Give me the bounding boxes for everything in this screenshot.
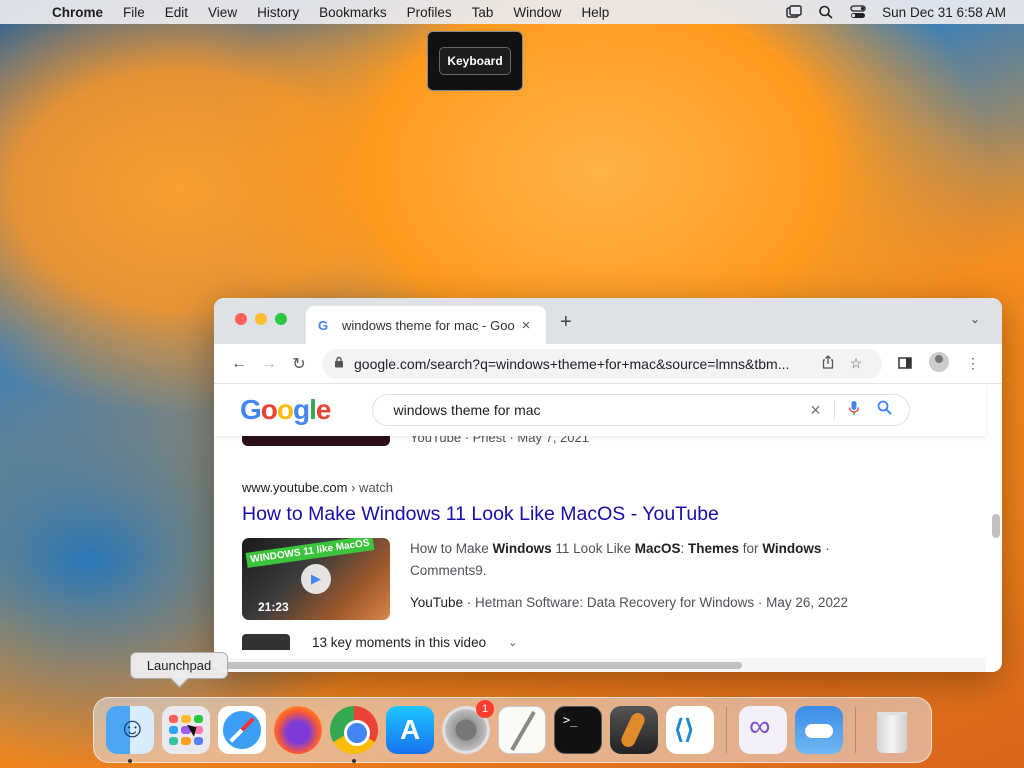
status-area: Sun Dec 31 6:58 AM — [786, 5, 1024, 20]
chrome-running-dot — [352, 759, 356, 763]
play-icon[interactable]: ▶ — [301, 564, 331, 594]
trash-icon[interactable] — [868, 706, 916, 754]
search-divider — [834, 400, 836, 420]
keyboard-osd: Keyboard — [427, 31, 523, 91]
avatar — [929, 352, 949, 372]
search-results-page: Google windows theme for mac × 15:17 You… — [214, 384, 1002, 672]
google-search-box[interactable]: windows theme for mac × — [372, 394, 911, 426]
result-body: WINDOWS 11 like MacOS ▶ 21:23 How to Mak… — [242, 538, 850, 620]
visual-studio-icon[interactable] — [739, 706, 787, 754]
side-panel-icon[interactable] — [890, 356, 920, 372]
address-url[interactable]: google.com/search?q=windows+theme+for+ma… — [354, 356, 814, 372]
finder-running-dot — [128, 759, 132, 763]
menu-bar: Chrome File Edit View History Bookmarks … — [0, 0, 1024, 24]
voice-search-mic-icon[interactable] — [839, 400, 869, 421]
menu-clock[interactable]: Sun Dec 31 6:58 AM — [882, 5, 1006, 20]
tab-strip: G windows theme for mac - Goo × + ⌄ — [214, 298, 1002, 344]
browser-toolbar: ← → ↻ google.com/search?q=windows+theme+… — [214, 344, 1002, 384]
terminal-icon[interactable] — [554, 706, 602, 754]
result-title-link[interactable]: How to Make Windows 11 Look Like MacOS -… — [242, 503, 850, 526]
menu-profiles[interactable]: Profiles — [397, 5, 462, 20]
lock-icon[interactable] — [334, 356, 346, 371]
source-site: YouTube — [410, 595, 464, 610]
reload-icon[interactable]: ↻ — [284, 354, 314, 374]
app-store-icon[interactable] — [386, 706, 434, 754]
horizontal-scrollbar-thumb[interactable] — [216, 662, 742, 669]
thumbnail-badge: WINDOWS 11 like MacOS — [245, 538, 375, 568]
google-favicon-icon: G — [318, 318, 329, 333]
chevron-down-icon[interactable]: ⌄ — [508, 636, 517, 649]
bookmark-star-icon[interactable]: ☆ — [842, 355, 870, 372]
dock: 1 — [93, 697, 932, 763]
chrome-icon[interactable] — [330, 706, 378, 763]
menu-window[interactable]: Window — [503, 5, 571, 20]
result-snippet: How to Make Windows 11 Look Like MacOS: … — [410, 541, 830, 578]
menu-file[interactable]: File — [113, 5, 155, 20]
menu-edit[interactable]: Edit — [155, 5, 198, 20]
close-window-button[interactable] — [235, 313, 247, 325]
forward-arrow-icon[interactable]: → — [254, 355, 284, 373]
weather-icon[interactable] — [795, 706, 843, 754]
menu-bookmarks[interactable]: Bookmarks — [309, 5, 397, 20]
system-settings-icon[interactable]: 1 — [442, 700, 494, 754]
address-bar[interactable]: google.com/search?q=windows+theme+for+ma… — [322, 348, 882, 379]
menu-tab[interactable]: Tab — [462, 5, 504, 20]
share-icon[interactable] — [814, 355, 842, 372]
vertical-scrollbar[interactable] — [992, 514, 1000, 538]
vscode-icon[interactable] — [666, 706, 714, 754]
keyboard-osd-label: Keyboard — [439, 47, 511, 75]
menu-help[interactable]: Help — [571, 5, 619, 20]
horizontal-scrollbar-track[interactable] — [214, 658, 986, 672]
key-moments-toggle[interactable]: 13 key moments in this video ⌄ — [242, 634, 517, 650]
chrome-window: G windows theme for mac - Goo × + ⌄ ← → … — [214, 298, 1002, 672]
tab-title: windows theme for mac - Goo — [342, 317, 515, 333]
menu-history[interactable]: History — [247, 5, 309, 20]
tab-google-search[interactable]: G windows theme for mac - Goo × — [306, 306, 546, 344]
garageband-icon[interactable] — [610, 706, 658, 754]
launchpad-tooltip: Launchpad — [130, 652, 228, 679]
screen-mirroring-icon[interactable] — [786, 5, 802, 19]
dock-separator — [726, 707, 727, 753]
video-thumbnail[interactable]: WINDOWS 11 like MacOS ▶ 21:23 — [242, 538, 390, 620]
more-menu-icon[interactable]: ⋮ — [958, 355, 988, 372]
minimize-window-button[interactable] — [255, 313, 267, 325]
tab-search-chevron-icon[interactable]: ⌄ — [970, 312, 980, 326]
back-arrow-icon[interactable]: ← — [224, 355, 254, 373]
new-tab-icon[interactable]: + — [560, 311, 572, 334]
search-result: www.youtube.com › watch How to Make Wind… — [242, 480, 850, 620]
google-logo[interactable]: Google — [240, 394, 331, 426]
dock-separator-trash — [855, 707, 856, 753]
menu-view[interactable]: View — [198, 5, 247, 20]
textedit-icon[interactable] — [498, 706, 546, 754]
launchpad-icon[interactable] — [162, 706, 210, 754]
toolbar-actions: ⋮ — [890, 352, 988, 375]
clear-search-icon[interactable]: × — [800, 400, 830, 421]
menu-app-name[interactable]: Chrome — [46, 5, 113, 20]
video-duration: 21:23 — [258, 600, 289, 614]
result-source: YouTube · Hetman Software: Data Recovery… — [410, 592, 850, 614]
search-input[interactable]: windows theme for mac — [393, 402, 800, 418]
result-snippet-block: How to Make Windows 11 Look Like MacOS: … — [390, 538, 850, 620]
google-header: Google windows theme for mac × — [214, 384, 986, 436]
zoom-window-button[interactable] — [275, 313, 287, 325]
settings-notification-badge: 1 — [476, 700, 494, 718]
snippet-comments: Comments9. — [410, 563, 487, 578]
spotlight-search-icon[interactable] — [818, 5, 834, 19]
cite-path: › watch — [347, 480, 394, 495]
result-cite[interactable]: www.youtube.com › watch — [242, 480, 850, 495]
control-center-icon[interactable] — [850, 5, 866, 19]
key-moments-label: 13 key moments in this video — [312, 634, 487, 650]
finder-icon[interactable] — [106, 706, 154, 763]
source-meta: · Hetman Software: Data Recovery for Win… — [463, 595, 848, 610]
key-moments-thumb — [242, 634, 290, 650]
cite-domain: www.youtube.com — [242, 480, 348, 495]
firefox-icon[interactable] — [274, 706, 322, 754]
profile-avatar-icon[interactable] — [924, 352, 954, 375]
safari-icon[interactable] — [218, 706, 266, 754]
close-tab-icon[interactable]: × — [518, 317, 534, 334]
search-magnifier-icon[interactable] — [869, 400, 899, 420]
